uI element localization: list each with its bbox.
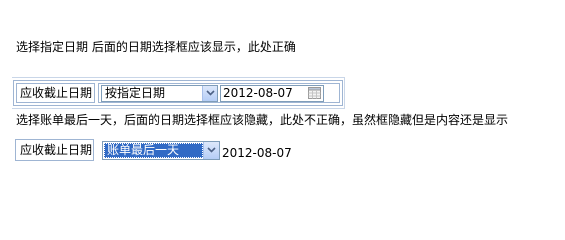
- due-date-label-2: 应收截止日期: [15, 139, 94, 161]
- date-text-visible: 2012-08-07: [222, 146, 292, 160]
- date-value: 2012-08-07: [223, 86, 293, 100]
- page: 选择指定日期 后面的日期选择框应该显示，此处正确 应收截止日期 按指定日期 20…: [0, 0, 565, 210]
- chevron-down-icon: [206, 90, 215, 96]
- instruction-text-first: 选择指定日期 后面的日期选择框应该显示，此处正确: [16, 40, 296, 54]
- due-date-type-select-2[interactable]: 账单最后一天: [102, 141, 220, 160]
- select-value-highlighted: 账单最后一天: [104, 143, 203, 158]
- dropdown-button-2[interactable]: [203, 142, 219, 159]
- select-value: 按指定日期: [105, 86, 166, 100]
- chevron-down-icon: [207, 147, 216, 153]
- due-date-value-cell: 按指定日期 2012-08-07: [98, 83, 340, 103]
- calendar-icon[interactable]: [308, 87, 321, 99]
- form-row-specified-date: 应收截止日期 按指定日期 2012-08-07: [13, 80, 343, 106]
- due-date-label: 应收截止日期: [16, 83, 95, 103]
- form-row-last-day: 应收截止日期 账单最后一天 2012-08-07: [13, 137, 292, 163]
- instruction-text-second: 选择账单最后一天，后面的日期选择框应该隐藏，此处不正确，虽然框隐藏但是内容还是显…: [16, 113, 509, 127]
- due-date-type-select[interactable]: 按指定日期: [101, 85, 218, 102]
- date-picker-input[interactable]: 2012-08-07: [220, 85, 324, 102]
- dropdown-button[interactable]: [202, 86, 217, 101]
